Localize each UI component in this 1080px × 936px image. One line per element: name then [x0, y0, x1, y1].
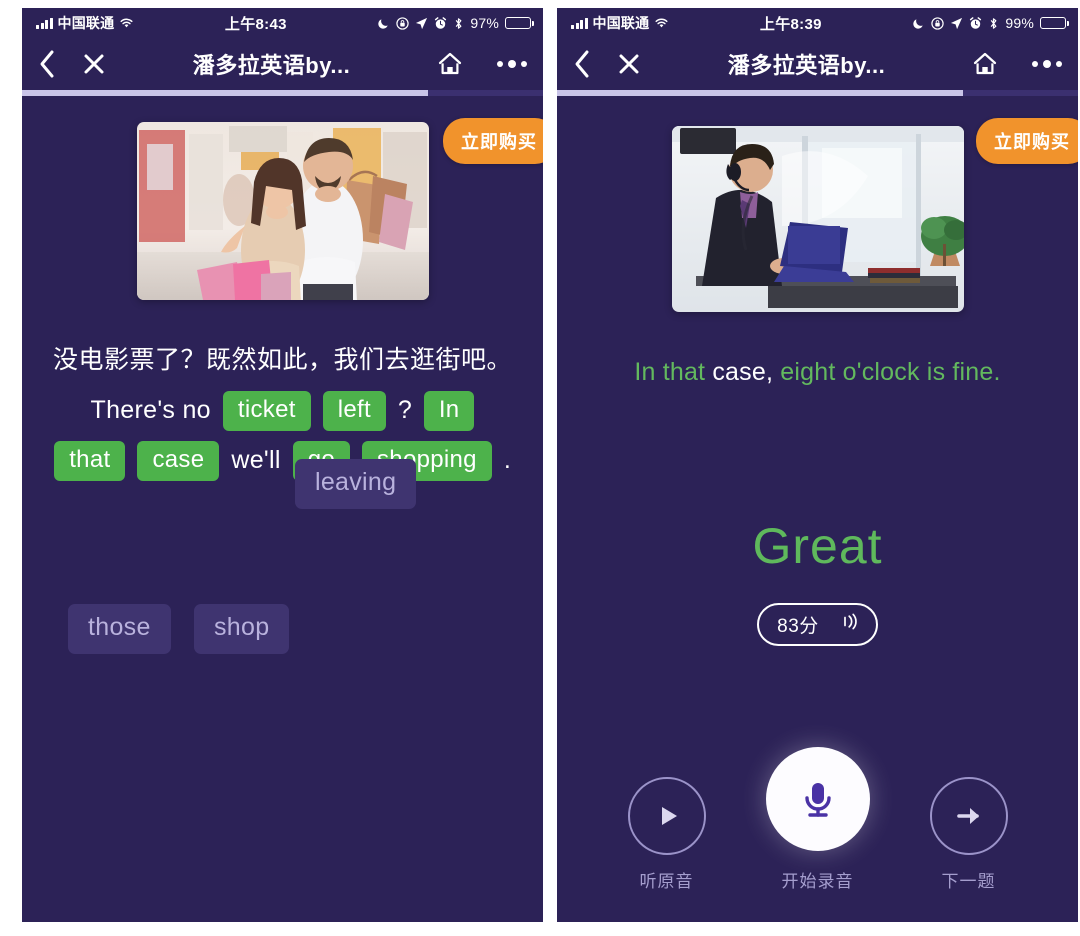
- alarm-clock-icon: [969, 16, 982, 30]
- nav-right-group: [437, 51, 527, 77]
- status-right-group: 97%: [377, 15, 535, 31]
- status-time: 上午8:43: [224, 15, 287, 33]
- practice-controls: 听原音 开始录音 下一题: [557, 747, 1078, 892]
- play-icon: [627, 777, 706, 855]
- home-icon[interactable]: [972, 51, 998, 77]
- status-left-group: 中国联通: [36, 13, 134, 33]
- carrier-label: 中国联通: [592, 15, 650, 31]
- alarm-clock-icon: [434, 16, 447, 30]
- dual-screenshot-stage: 中国联通 上午8:43 97% 潘多拉英语by... 立即购买 没电影票了？既然…: [0, 0, 1080, 936]
- play-original-button[interactable]: 听原音: [627, 777, 706, 892]
- moon-icon: [912, 17, 925, 30]
- start-recording-button[interactable]: 开始录音: [765, 747, 870, 892]
- close-button[interactable]: [82, 52, 106, 76]
- score-value: 83分: [777, 616, 819, 637]
- buy-now-button[interactable]: 立即购买: [976, 118, 1078, 164]
- right-status-bar: 中国联通 上午8:39 99%: [557, 8, 1078, 38]
- right-nav-bar: 潘多拉英语by...: [557, 38, 1078, 90]
- more-options-button[interactable]: [1032, 60, 1062, 68]
- right-content-area: 立即购买 In that case, eight o'clock is fine…: [557, 96, 1078, 922]
- next-question-button[interactable]: 下一题: [929, 777, 1008, 892]
- wifi-icon: [119, 17, 134, 29]
- right-phone-screen: 中国联通 上午8:39 99% 潘多拉英语by... 立即购买 In that …: [557, 8, 1078, 922]
- score-row: 83分: [557, 603, 1078, 646]
- location-arrow-icon: [415, 17, 428, 30]
- status-time: 上午8:39: [759, 15, 822, 33]
- wifi-icon: [654, 17, 669, 29]
- arrow-right-icon: [929, 777, 1008, 855]
- buy-now-button[interactable]: 立即购买: [443, 118, 543, 164]
- word-bank-chip[interactable]: leaving: [295, 459, 417, 509]
- microphone-icon: [765, 747, 870, 851]
- nav-left-group: [38, 49, 106, 79]
- signal-bars-icon: [36, 17, 53, 29]
- lesson-illustration: [671, 126, 964, 312]
- sentence-punctuation: .: [503, 446, 511, 474]
- sentence-punctuation: ?: [397, 396, 412, 424]
- result-word-correct: In that: [634, 358, 713, 386]
- battery-percent-label: 99%: [1005, 15, 1034, 31]
- result-word-incorrect: case,: [712, 358, 774, 386]
- close-button[interactable]: [617, 52, 641, 76]
- page-title: 潘多拉英语by...: [727, 53, 886, 78]
- left-nav-bar: 潘多拉英语by...: [22, 38, 543, 90]
- nav-right-group: [972, 51, 1062, 77]
- location-arrow-icon: [950, 17, 963, 30]
- sound-wave-icon[interactable]: [841, 613, 858, 636]
- back-button[interactable]: [573, 49, 591, 79]
- more-options-button[interactable]: [497, 60, 527, 68]
- word-bank-chip[interactable]: those: [68, 604, 171, 654]
- answer-sentence-builder: There's no ticket left ? In that case we…: [52, 390, 513, 481]
- battery-percent-label: 97%: [470, 15, 499, 31]
- moon-icon: [377, 17, 390, 30]
- sentence-word: we'll: [231, 446, 281, 474]
- start-recording-label: 开始录音: [781, 872, 854, 891]
- page-title: 潘多拉英语by...: [192, 53, 351, 78]
- lock-rotation-icon: [931, 16, 945, 30]
- chinese-prompt: 没电影票了？既然如此，我们去逛街吧。: [52, 346, 512, 374]
- answer-chip[interactable]: case: [137, 440, 220, 481]
- home-icon[interactable]: [437, 51, 463, 77]
- lock-rotation-icon: [396, 16, 410, 30]
- nav-left-group: [573, 49, 641, 79]
- back-button[interactable]: [38, 49, 56, 79]
- left-phone-screen: 中国联通 上午8:43 97% 潘多拉英语by... 立即购买 没电影票了？既然…: [22, 8, 543, 922]
- left-status-bar: 中国联通 上午8:43 97%: [22, 8, 543, 38]
- status-left-group: 中国联通: [571, 13, 669, 33]
- lesson-illustration: [136, 122, 429, 300]
- result-word-correct: eight o'clock is fine.: [773, 358, 1001, 386]
- rating-label: Great: [752, 518, 883, 574]
- answer-chip[interactable]: that: [54, 440, 126, 481]
- answer-chip[interactable]: left: [322, 390, 386, 431]
- battery-icon: [505, 17, 535, 29]
- recognized-sentence: In that case, eight o'clock is fine.: [577, 358, 1058, 387]
- answer-chip[interactable]: In: [423, 390, 475, 431]
- sentence-word: There's no: [90, 396, 211, 424]
- word-bank-chip[interactable]: shop: [194, 604, 290, 654]
- next-question-label: 下一题: [941, 872, 996, 891]
- battery-icon: [1040, 17, 1070, 29]
- answer-chip[interactable]: ticket: [222, 390, 311, 431]
- status-right-group: 99%: [912, 15, 1070, 31]
- play-original-label: 听原音: [639, 872, 694, 891]
- bluetooth-icon: [988, 17, 999, 30]
- score-badge[interactable]: 83分: [757, 603, 878, 646]
- left-content-area: 立即购买 没电影票了？既然如此，我们去逛街吧。 There's no ticke…: [22, 96, 543, 922]
- carrier-label: 中国联通: [57, 15, 115, 31]
- bluetooth-icon: [453, 17, 464, 30]
- signal-bars-icon: [571, 17, 588, 29]
